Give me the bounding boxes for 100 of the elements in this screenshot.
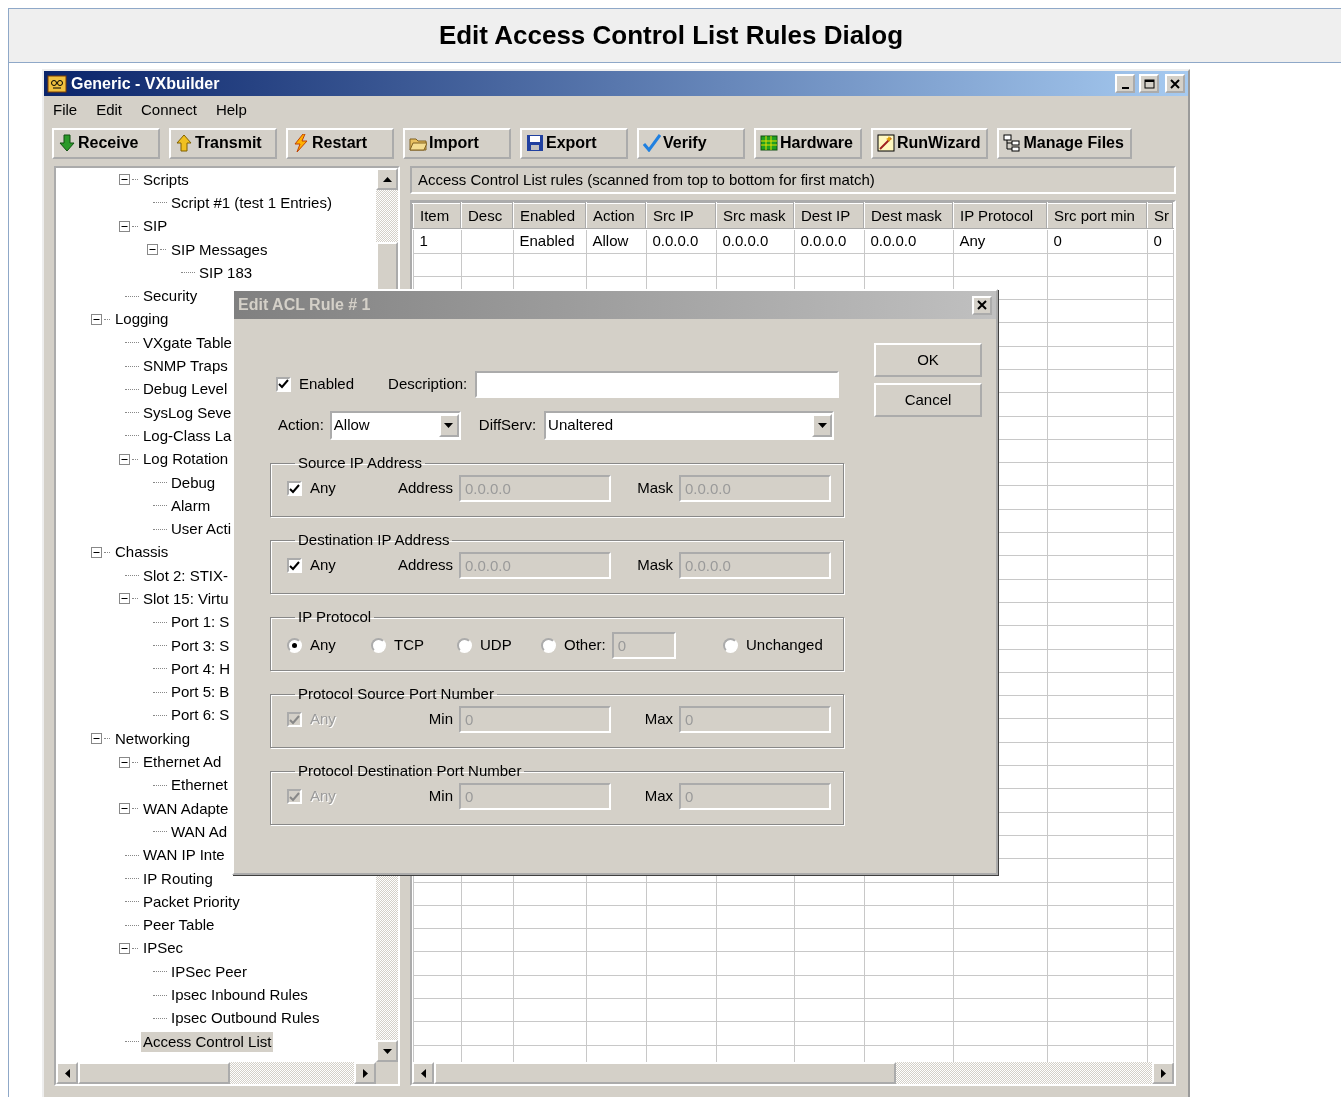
toolbar-button[interactable]: Import [403, 127, 511, 159]
scroll-up-button[interactable] [376, 168, 398, 190]
toolbar-button[interactable]: Hardware [754, 127, 862, 159]
column-header[interactable]: Desc [461, 203, 513, 229]
collapse-box-icon[interactable] [91, 733, 102, 745]
tree-item[interactable]: Peer Table [141, 915, 217, 936]
tree-item[interactable]: Port 1: S [169, 612, 232, 633]
radio-button[interactable] [723, 638, 738, 653]
scroll-down-button[interactable] [376, 1040, 398, 1062]
horizontal-scrollbar[interactable] [412, 1062, 1174, 1084]
dialog-button[interactable]: OK [874, 343, 982, 377]
toolbar-button[interactable]: Export [520, 127, 628, 159]
dropdown[interactable]: Unaltered [544, 410, 835, 440]
collapse-box-icon[interactable] [119, 453, 130, 465]
close-button[interactable] [972, 295, 992, 315]
checkbox[interactable] [287, 558, 302, 573]
tree-item[interactable]: Port 5: B [169, 682, 232, 703]
menu-item[interactable]: File [50, 98, 86, 122]
tree-item[interactable]: WAN IP Inte [141, 845, 227, 866]
scroll-right-button[interactable] [354, 1062, 376, 1084]
radio-button[interactable] [457, 638, 472, 653]
scrollbar-thumb[interactable] [78, 1062, 230, 1084]
toolbar-button[interactable]: RunWizard [871, 127, 989, 159]
tree-item[interactable]: Alarm [169, 495, 213, 516]
dropdown[interactable]: Allow [329, 410, 461, 440]
column-header[interactable]: IP Protocol [953, 203, 1047, 229]
collapse-box-icon[interactable] [119, 174, 130, 186]
tree-item[interactable]: SIP Messages [169, 239, 270, 260]
radio-button[interactable] [287, 638, 302, 653]
column-header[interactable]: Dest IP [794, 203, 864, 229]
collapse-box-icon[interactable] [119, 756, 130, 768]
radio-button[interactable] [541, 638, 556, 653]
dialog-button[interactable]: Cancel [874, 383, 982, 417]
scrollbar-thumb[interactable] [434, 1062, 896, 1084]
column-header[interactable]: Enabled [513, 203, 586, 229]
tree-item[interactable]: Ipsec Outbound Rules [169, 1008, 322, 1029]
collapse-box-icon[interactable] [91, 546, 102, 558]
tree-item[interactable]: Log-Class La [141, 425, 234, 446]
column-header[interactable]: Src mask [716, 203, 794, 229]
column-header[interactable]: Src IP [646, 203, 716, 229]
tree-item[interactable]: VXgate Table [141, 332, 234, 353]
menu-item[interactable]: Help [212, 98, 255, 122]
toolbar-button[interactable]: Restart [286, 127, 394, 159]
toolbar-button[interactable]: Transmit [169, 127, 277, 159]
tree-item[interactable]: Ethernet [169, 775, 230, 796]
tree-item[interactable]: Debug [169, 472, 218, 493]
tree-item[interactable]: User Acti [169, 519, 233, 540]
tree-item[interactable]: SysLog Seve [141, 402, 234, 423]
toolbar-button[interactable]: Receive [52, 127, 160, 159]
tree-item[interactable]: IPSec [141, 938, 186, 959]
tree-item[interactable]: SNMP Traps [141, 356, 230, 376]
menu-item[interactable]: Connect [138, 98, 205, 122]
tree-item[interactable]: Port 6: S [169, 705, 232, 726]
tree-item[interactable]: Log Rotation [141, 449, 231, 470]
tree-item[interactable]: SIP 183 [197, 262, 255, 283]
close-button[interactable] [1165, 74, 1185, 93]
tree-item[interactable]: Slot 15: Virtu [141, 589, 231, 609]
tree-item[interactable]: Ethernet Ad [141, 752, 224, 773]
tree-item[interactable]: Networking [113, 728, 193, 749]
collapse-box-icon[interactable] [119, 593, 130, 605]
minimize-button[interactable] [1115, 74, 1135, 93]
collapse-box-icon[interactable] [119, 803, 130, 815]
horizontal-scrollbar[interactable] [56, 1062, 398, 1084]
column-header[interactable]: Dest mask [864, 203, 953, 229]
column-header[interactable]: Src port min [1047, 203, 1147, 229]
tree-item[interactable]: Security [141, 286, 200, 307]
tree-item[interactable]: SIP [141, 216, 170, 237]
tree-item[interactable]: IPSec Peer [169, 961, 249, 982]
tree-item[interactable]: Ipsec Inbound Rules [169, 985, 310, 1006]
collapse-box-icon[interactable] [147, 244, 158, 256]
tree-item[interactable]: Port 3: S [169, 635, 232, 656]
tree-item[interactable]: Access Control List [141, 1031, 274, 1052]
tree-item[interactable]: WAN Ad [169, 821, 230, 842]
tree-item[interactable]: WAN Adapte [141, 798, 231, 819]
tree-item[interactable]: Script #1 (test 1 Entries) [169, 192, 334, 213]
toolbar-button[interactable]: Manage Files [997, 127, 1132, 159]
checkbox[interactable] [276, 376, 291, 392]
column-header[interactable]: Sr [1147, 203, 1173, 229]
tree-item[interactable]: Scripts [141, 169, 191, 190]
tree-item[interactable]: Debug Level [141, 379, 230, 400]
column-header[interactable]: Action [586, 203, 646, 229]
tree-item[interactable]: Port 4: H [169, 658, 233, 679]
collapse-box-icon[interactable] [91, 313, 102, 325]
description-field[interactable] [475, 370, 840, 398]
scrollbar-thumb[interactable] [376, 242, 398, 292]
tree-item[interactable]: Chassis [113, 542, 171, 563]
collapse-box-icon[interactable] [119, 220, 130, 232]
column-header[interactable]: Item [413, 203, 461, 229]
tree-item[interactable]: IP Routing [141, 868, 215, 889]
menu-item[interactable]: Edit [93, 98, 131, 122]
scroll-right-button[interactable] [1152, 1062, 1174, 1084]
checkbox[interactable] [287, 481, 302, 496]
tree-item[interactable]: Logging [113, 309, 171, 330]
maximize-button[interactable] [1139, 74, 1159, 93]
collapse-box-icon[interactable] [119, 942, 130, 954]
tree-item[interactable]: Packet Priority [141, 891, 242, 912]
scroll-left-button[interactable] [56, 1062, 78, 1084]
radio-button[interactable] [371, 638, 386, 653]
scroll-left-button[interactable] [412, 1062, 434, 1084]
tree-item[interactable]: Slot 2: STIX- [141, 565, 231, 586]
